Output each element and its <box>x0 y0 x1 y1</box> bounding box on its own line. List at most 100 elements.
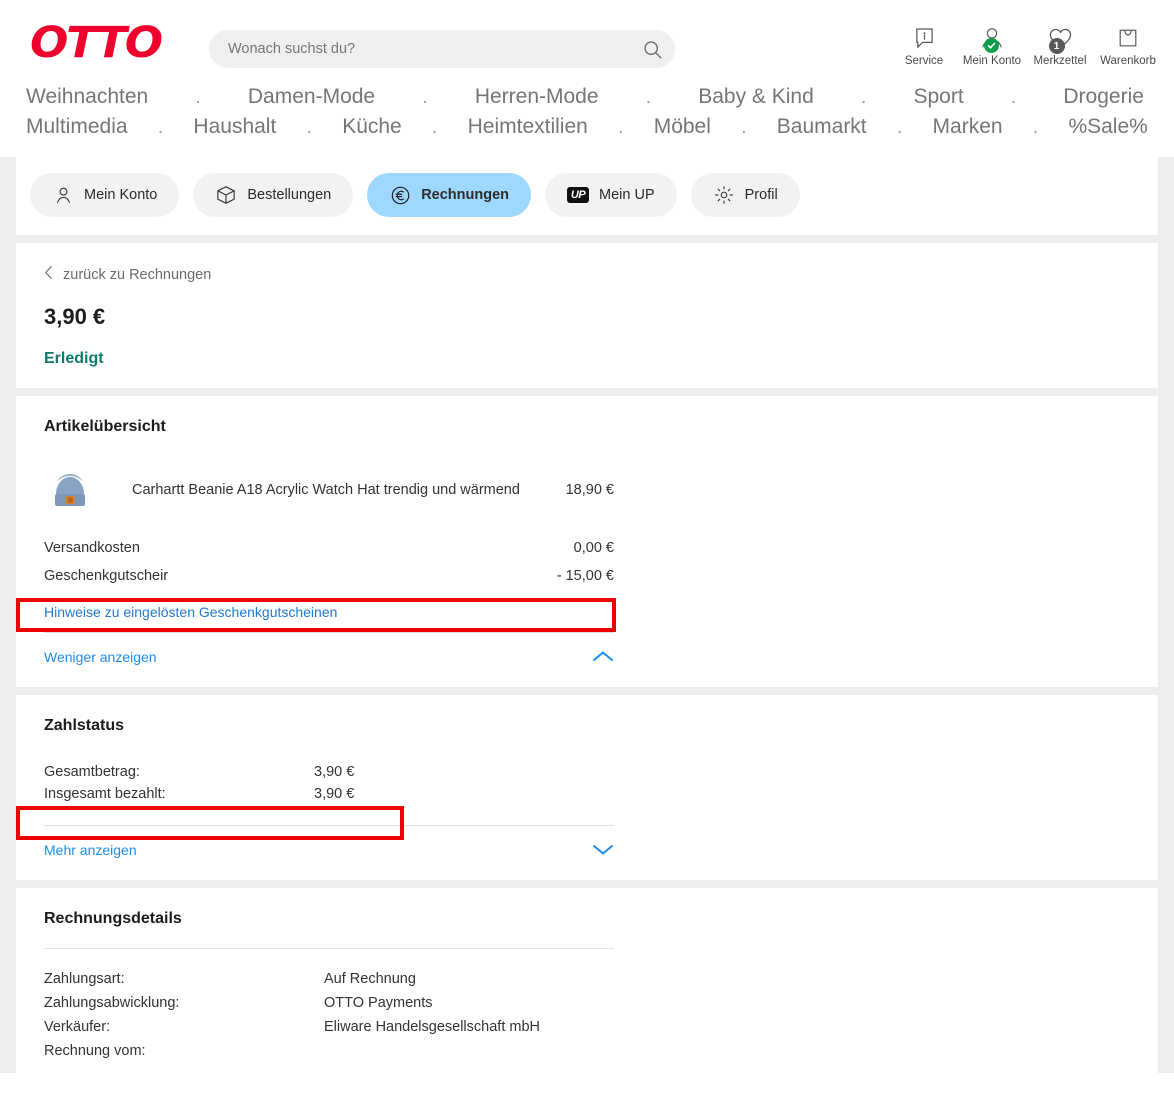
detail-row-label: Zahlungsart: <box>44 971 125 987</box>
site-header: OTTO Service <box>0 0 1174 85</box>
detail-row-zahlungsart: Zahlungsart: Auf Rechnung <box>44 967 1130 991</box>
invoice-summary: zurück zu Rechnungen 3,90 € Erledigt <box>30 243 1144 388</box>
nav-link-sport[interactable]: Sport <box>913 85 963 109</box>
package-box-icon <box>215 184 237 206</box>
nav-separator: . <box>618 117 624 138</box>
nav-link-heimtextilien[interactable]: Heimtextilien <box>468 115 588 139</box>
header-item-merkzettel[interactable]: 1 Merkzettel <box>1026 24 1094 67</box>
page-body: Mein Konto Bestellungen Rechnungen UP Me… <box>0 157 1174 1073</box>
tab-label: Profil <box>744 187 778 203</box>
article-overview-section: Artikelübersicht Carhartt Beanie A18 Acr… <box>30 396 1144 687</box>
payment-status-section: Zahlstatus Gesamtbetrag: 3,90 € Insgesam… <box>30 695 1144 880</box>
article-item-price: 18,90 € <box>565 482 614 498</box>
detail-row-value: Eliware Handelsgesellschaft mbH <box>324 1019 540 1035</box>
tab-label: Mein Konto <box>84 187 158 203</box>
cost-row-label: Geschenkgutscheir <box>44 568 169 584</box>
tab-mein-up[interactable]: UP Mein UP <box>545 173 677 217</box>
show-less-label: Weniger anzeigen <box>44 649 157 665</box>
nav-separator: . <box>157 117 164 138</box>
show-more-toggle[interactable]: Mehr anzeigen <box>44 826 614 870</box>
nav-separator: . <box>1010 87 1017 108</box>
user-icon <box>52 184 74 206</box>
payment-row-gesamtbetrag: Gesamtbetrag: 3,90 € <box>44 761 434 783</box>
detail-row-value: OTTO Payments <box>324 995 433 1011</box>
gift-voucher-info-link[interactable]: Hinweise zu eingelösten Geschenkgutschei… <box>44 604 1130 620</box>
detail-row-label: Rechnung vom: <box>44 1043 146 1059</box>
merkzettel-count-badge: 1 <box>1048 38 1065 54</box>
info-speech-bubble-icon <box>914 24 935 52</box>
cost-row-value: 0,00 € <box>573 540 614 556</box>
nav-link-weihnachten[interactable]: Weihnachten <box>26 85 148 109</box>
tab-label: Rechnungen <box>421 187 510 203</box>
cost-row-label: Versandkosten <box>44 540 140 556</box>
header-item-warenkorb[interactable]: Warenkorb <box>1094 24 1162 67</box>
detail-row-rechnung-vom: Rechnung vom: <box>44 1039 1130 1063</box>
category-navigation: Weihnachten . Damen-Mode . Herren-Mode .… <box>0 85 1174 157</box>
nav-link-sale[interactable]: %Sale% <box>1068 115 1147 139</box>
detail-row-zahlungsabwicklung: Zahlungsabwicklung: OTTO Payments <box>44 991 1130 1015</box>
invoice-total-amount: 3,90 € <box>44 304 106 329</box>
shopping-bag-icon <box>1117 24 1139 52</box>
details-divider <box>44 948 614 949</box>
header-item-mein-konto[interactable]: Mein Konto <box>958 24 1026 67</box>
payment-row-label: Insgesamt bezahlt: <box>44 786 166 802</box>
account-tabs-card: Mein Konto Bestellungen Rechnungen UP Me… <box>16 157 1158 235</box>
nav-separator: . <box>861 87 867 108</box>
tab-label: Bestellungen <box>247 187 332 203</box>
euro-circle-icon <box>389 184 411 206</box>
nav-link-marken[interactable]: Marken <box>933 115 1003 139</box>
invoice-summary-card: zurück zu Rechnungen 3,90 € Erledigt <box>16 243 1158 388</box>
nav-link-kueche[interactable]: Küche <box>342 115 402 139</box>
up-badge-icon: UP <box>566 184 590 206</box>
gear-icon <box>713 184 735 206</box>
chevron-left-icon <box>44 265 53 284</box>
search-bar[interactable] <box>209 30 675 68</box>
tab-label: Mein UP <box>599 187 655 203</box>
invoice-status-badge: Erledigt <box>44 350 104 367</box>
payment-row-label: Gesamtbetrag: <box>44 764 140 780</box>
article-item-row[interactable]: Carhartt Beanie A18 Acrylic Watch Hat tr… <box>44 462 614 518</box>
nav-link-herren-mode[interactable]: Herren-Mode <box>475 85 599 109</box>
cost-row-geschenkgutschein: Geschenkgutscheir - 15,00 € <box>44 562 614 590</box>
nav-link-haushalt[interactable]: Haushalt <box>193 115 276 139</box>
show-less-toggle[interactable]: Weniger anzeigen <box>44 633 614 677</box>
tab-mein-konto[interactable]: Mein Konto <box>30 173 180 217</box>
nav-link-moebel[interactable]: Möbel <box>654 115 711 139</box>
payment-status-title: Zahlstatus <box>44 717 125 734</box>
nav-row-primary: Weihnachten . Damen-Mode . Herren-Mode .… <box>26 85 1148 115</box>
nav-separator: . <box>645 87 652 108</box>
invoice-details-card: Rechnungsdetails Zahlungsart: Auf Rechnu… <box>16 888 1158 1073</box>
detail-row-label: Verkäufer: <box>44 1019 111 1035</box>
tab-rechnungen[interactable]: Rechnungen <box>367 173 532 217</box>
search-input[interactable] <box>209 41 633 57</box>
nav-link-baby-kind[interactable]: Baby & Kind <box>698 85 814 109</box>
invoice-details-section: Rechnungsdetails Zahlungsart: Auf Rechnu… <box>30 888 1144 1073</box>
account-verified-badge <box>984 38 999 53</box>
search-icon[interactable] <box>633 30 671 68</box>
user-account-icon <box>979 24 1005 53</box>
nav-separator: . <box>195 87 201 108</box>
back-to-invoices-link[interactable]: zurück zu Rechnungen <box>44 265 1130 284</box>
header-icon-group: Service Mein Konto 1 Merkzettel Warenkor… <box>890 24 1162 67</box>
tab-bestellungen[interactable]: Bestellungen <box>193 173 354 217</box>
nav-separator: . <box>306 117 312 138</box>
nav-link-baumarkt[interactable]: Baumarkt <box>777 115 867 139</box>
cost-row-value: - 15,00 € <box>556 568 614 584</box>
payment-row-value: 3,90 € <box>314 786 355 802</box>
nav-link-damen-mode[interactable]: Damen-Mode <box>248 85 375 109</box>
nav-link-drogerie[interactable]: Drogerie <box>1063 85 1144 109</box>
detail-row-verkaeufer: Verkäufer: Eliware Handelsgesellschaft m… <box>44 1015 1130 1039</box>
otto-logo[interactable]: OTTO <box>30 22 163 65</box>
cost-row-versandkosten: Versandkosten 0,00 € <box>44 534 614 562</box>
nav-separator: . <box>422 87 428 108</box>
article-overview-title: Artikelübersicht <box>44 418 166 435</box>
heart-icon: 1 <box>1048 24 1073 54</box>
header-item-service[interactable]: Service <box>890 24 958 67</box>
nav-separator: . <box>896 117 903 138</box>
nav-bottom-spacer <box>26 145 1148 157</box>
tab-profil[interactable]: Profil <box>690 173 800 217</box>
payment-row-value: 3,90 € <box>314 764 355 780</box>
detail-row-label: Zahlungsabwicklung: <box>44 995 180 1011</box>
nav-separator: . <box>432 117 438 138</box>
nav-link-multimedia[interactable]: Multimedia <box>26 115 128 139</box>
